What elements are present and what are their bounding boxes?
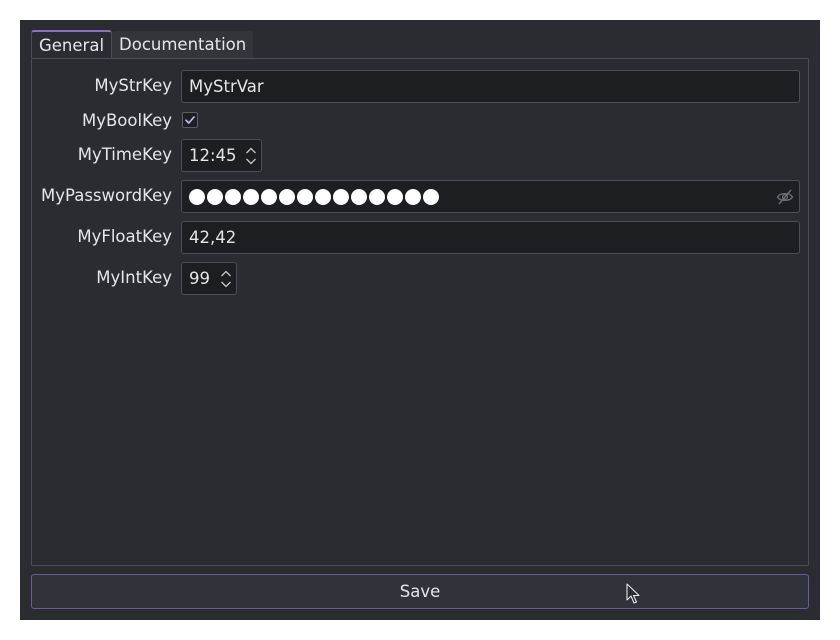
tab-general-label: General — [39, 35, 105, 55]
password-mask-dot — [207, 188, 223, 205]
int-row: MyIntKey 99 — [32, 262, 808, 295]
str-label: MyStrKey — [94, 76, 172, 95]
tab-general[interactable]: General — [31, 30, 113, 58]
time-value: 12:45 — [189, 146, 237, 165]
password-mask-dot — [261, 188, 277, 205]
password-mask-dot — [387, 188, 403, 205]
password-mask — [189, 188, 439, 205]
password-mask-dot — [351, 188, 367, 205]
eye-slash-icon[interactable] — [776, 188, 794, 206]
save-button[interactable]: Save — [31, 574, 809, 609]
password-mask-dot — [369, 188, 385, 205]
time-label: MyTimeKey — [77, 145, 172, 164]
float-value: 42,42 — [189, 228, 237, 247]
password-input[interactable] — [181, 180, 800, 213]
float-input[interactable]: 42,42 — [181, 221, 800, 254]
password-mask-dot — [297, 188, 313, 205]
bool-checkbox[interactable] — [182, 112, 198, 128]
mouse-pointer-icon — [626, 583, 640, 604]
password-mask-dot — [243, 188, 259, 205]
int-spinbox[interactable]: 99 — [181, 262, 237, 295]
str-value: MyStrVar — [189, 77, 264, 96]
str-input[interactable]: MyStrVar — [181, 70, 800, 103]
bool-row: MyBoolKey — [32, 111, 808, 132]
general-panel: MyStrKey MyStrVar MyBoolKey MyTimeKey 12… — [31, 58, 809, 566]
int-value: 99 — [189, 269, 210, 288]
float-row: MyFloatKey 42,42 — [32, 221, 808, 254]
password-mask-dot — [225, 188, 241, 205]
password-mask-dot — [189, 188, 205, 205]
password-row: MyPasswordKey — [32, 180, 808, 213]
float-label: MyFloatKey — [77, 227, 172, 246]
time-row: MyTimeKey 12:45 — [32, 139, 808, 172]
up-down-chevron-icon[interactable] — [219, 268, 233, 290]
save-button-label: Save — [399, 582, 441, 601]
password-mask-dot — [315, 188, 331, 205]
tab-bar: General Documentation — [31, 30, 254, 58]
password-mask-dot — [423, 188, 439, 205]
password-mask-dot — [333, 188, 349, 205]
int-label: MyIntKey — [96, 268, 172, 287]
password-mask-dot — [405, 188, 421, 205]
bool-label: MyBoolKey — [81, 111, 172, 130]
tab-documentation[interactable]: Documentation — [112, 31, 254, 58]
password-label: MyPasswordKey — [41, 186, 172, 205]
time-spinbox[interactable]: 12:45 — [181, 139, 262, 172]
str-row: MyStrKey MyStrVar — [32, 70, 808, 103]
tab-documentation-label: Documentation — [119, 35, 247, 54]
checkmark-icon — [185, 116, 195, 124]
password-mask-dot — [279, 188, 295, 205]
up-down-chevron-icon[interactable] — [244, 145, 258, 167]
settings-window: General Documentation MyStrKey MyStrVar … — [20, 20, 820, 620]
